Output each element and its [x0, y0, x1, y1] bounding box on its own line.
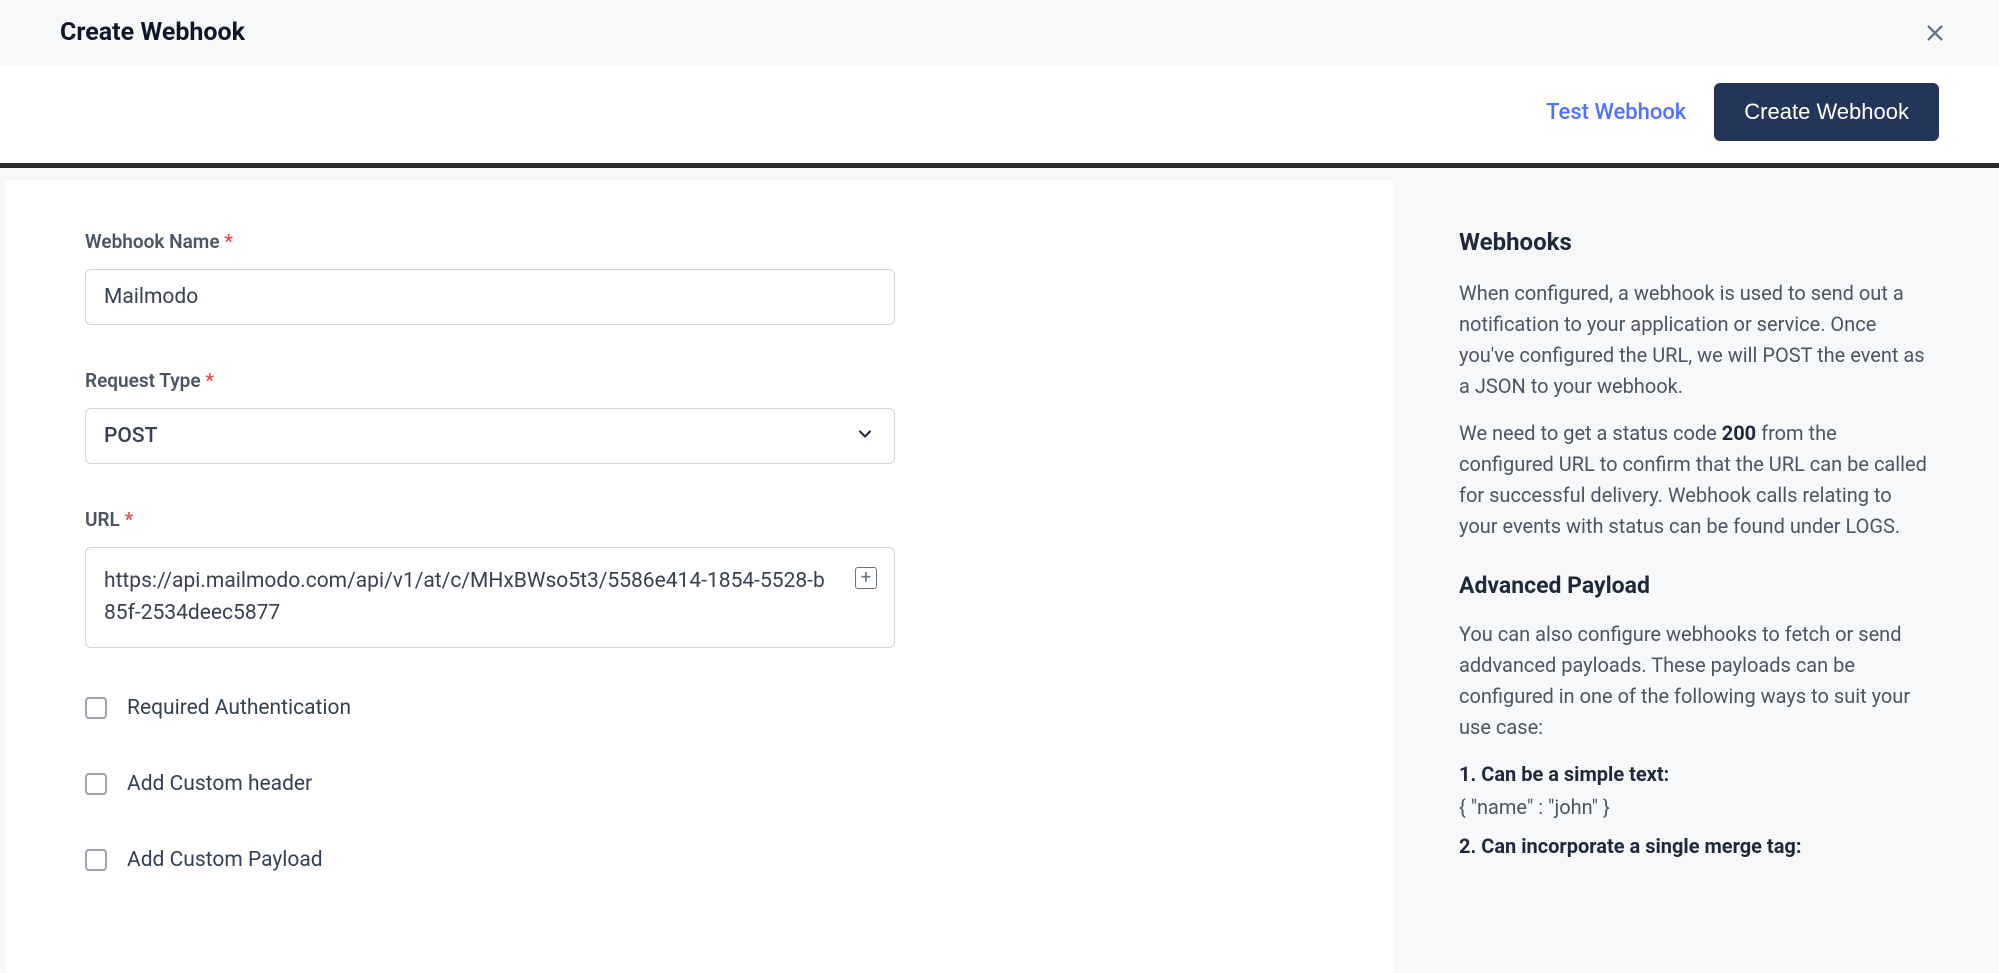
- plus-icon[interactable]: +: [855, 567, 877, 589]
- test-webhook-link[interactable]: Test Webhook: [1546, 100, 1686, 125]
- required-star: *: [224, 230, 233, 253]
- custom-header-checkbox[interactable]: [85, 773, 107, 795]
- advanced-payload-title: Advanced Payload: [1459, 572, 1934, 599]
- create-webhook-button[interactable]: Create Webhook: [1714, 83, 1939, 141]
- url-label: URL *: [85, 508, 1394, 531]
- required-auth-label: Required Authentication: [127, 696, 351, 720]
- request-type-select[interactable]: POST: [85, 408, 895, 464]
- url-group: URL * +: [85, 508, 1394, 652]
- custom-payload-row: Add Custom Payload: [85, 848, 1394, 872]
- webhook-name-input[interactable]: [85, 269, 895, 325]
- webhook-name-group: Webhook Name *: [85, 230, 1394, 325]
- payload-item-1-body: { "name" : "john" }: [1459, 792, 1934, 823]
- modal-header: Create Webhook: [0, 0, 1999, 65]
- webhooks-title: Webhooks: [1459, 228, 1934, 256]
- payload-item-1-header: 1. Can be a simple text:: [1459, 759, 1934, 790]
- page-title: Create Webhook: [60, 18, 245, 47]
- request-type-select-wrap[interactable]: POST: [85, 408, 895, 464]
- custom-header-label: Add Custom header: [127, 772, 312, 796]
- body-container: Webhook Name * Request Type * POST URL *: [0, 168, 1999, 973]
- request-type-label: Request Type *: [85, 369, 1394, 392]
- side-panel: Webhooks When configured, a webhook is u…: [1399, 180, 1989, 973]
- request-type-group: Request Type * POST: [85, 369, 1394, 464]
- custom-payload-label: Add Custom Payload: [127, 848, 323, 872]
- custom-header-row: Add Custom header: [85, 772, 1394, 796]
- webhooks-description-2: We need to get a status code 200 from th…: [1459, 418, 1934, 542]
- required-star: *: [125, 508, 134, 531]
- action-bar: Test Webhook Create Webhook: [0, 65, 1999, 168]
- webhooks-description-1: When configured, a webhook is used to se…: [1459, 278, 1934, 402]
- form-panel: Webhook Name * Request Type * POST URL *: [5, 180, 1394, 973]
- required-star: *: [205, 369, 214, 392]
- payload-item-2-header: 2. Can incorporate a single merge tag:: [1459, 831, 1934, 862]
- custom-payload-checkbox[interactable]: [85, 849, 107, 871]
- url-input-wrap: +: [85, 547, 895, 652]
- advanced-payload-description: You can also configure webhooks to fetch…: [1459, 619, 1934, 743]
- close-icon[interactable]: [1921, 19, 1949, 47]
- webhook-name-label: Webhook Name *: [85, 230, 1394, 253]
- required-auth-checkbox[interactable]: [85, 697, 107, 719]
- url-input[interactable]: [85, 547, 895, 648]
- required-auth-row: Required Authentication: [85, 696, 1394, 720]
